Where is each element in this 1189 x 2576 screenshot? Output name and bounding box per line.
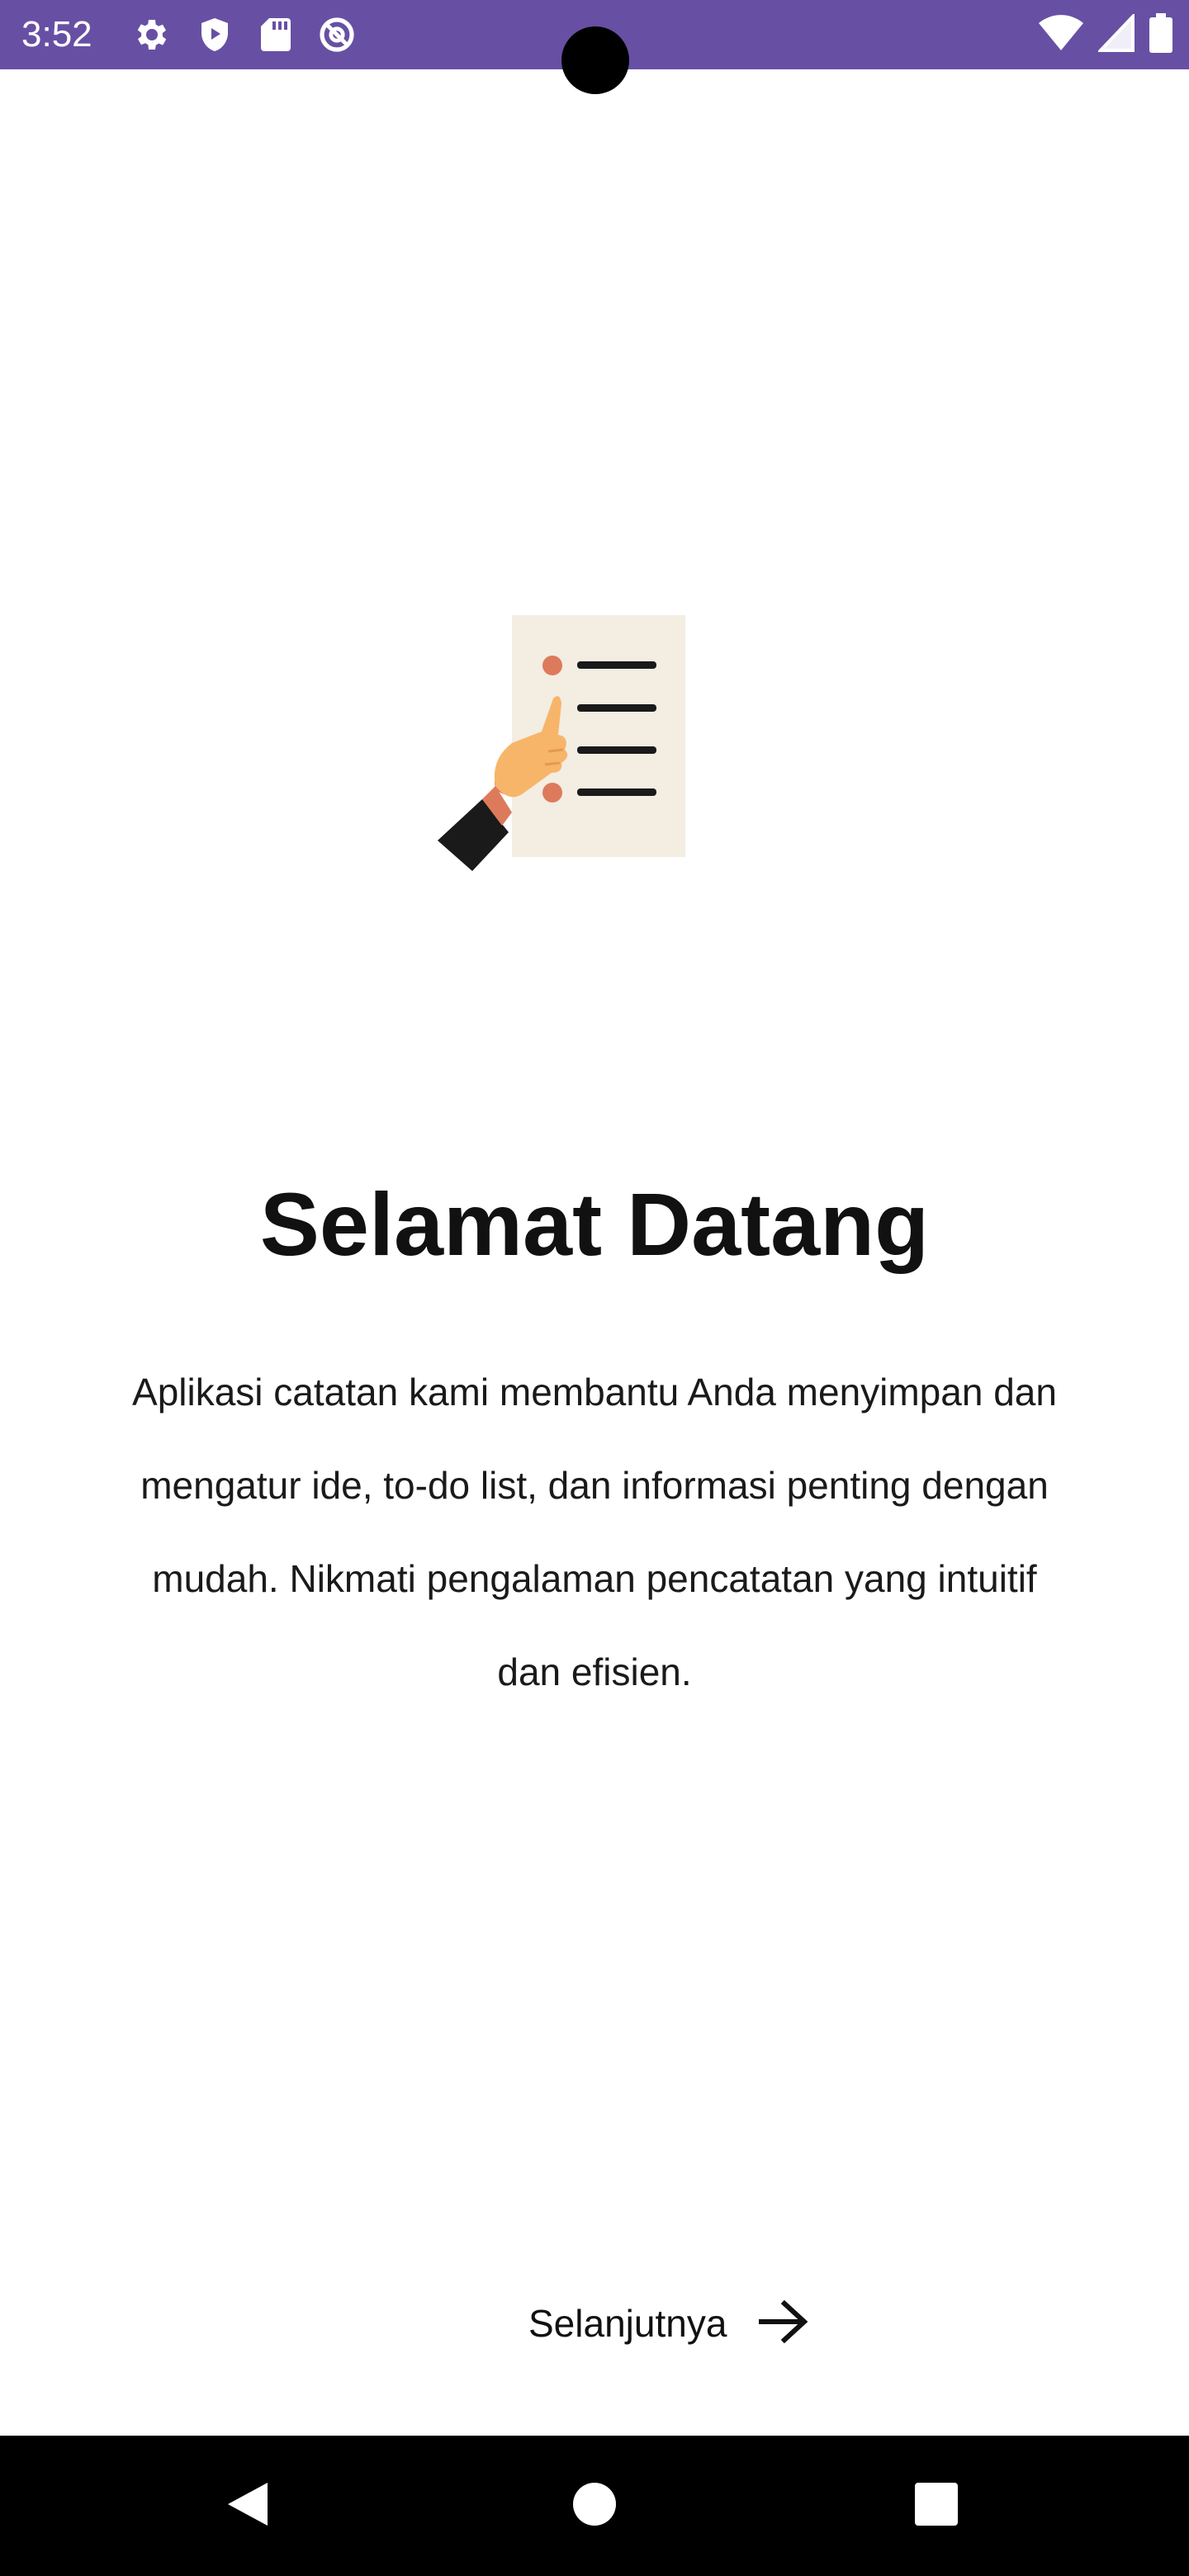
back-icon: [225, 2479, 271, 2533]
cellular-signal-icon: [1098, 14, 1135, 52]
description-line: mudah. Nikmati pengalaman pencatatan yan…: [152, 1557, 1037, 1600]
wifi-icon: [1039, 14, 1083, 52]
battery-icon: [1149, 13, 1172, 53]
recents-icon: [915, 2482, 958, 2530]
welcome-description: Aplikasi catatan kami membantu Anda meny…: [83, 1346, 1106, 1719]
status-icons-left: [132, 15, 357, 54]
arrow-right-icon: [758, 2299, 809, 2348]
recents-button[interactable]: [854, 2436, 1019, 2576]
sd-card-icon: [258, 15, 294, 54]
description-line: Aplikasi catatan kami membantu Anda meny…: [132, 1371, 1057, 1413]
next-button-label: Selanjutnya: [528, 2302, 727, 2345]
status-time: 3:52: [21, 14, 92, 54]
at-sign-icon: [317, 15, 357, 54]
description-line: mengatur ide, to-do list, dan informasi …: [140, 1464, 1049, 1507]
home-icon: [572, 2482, 617, 2531]
next-button[interactable]: Selanjutnya: [528, 2287, 809, 2360]
status-icons-right: [1039, 13, 1172, 53]
description-line: dan efisien.: [497, 1650, 692, 1693]
navigation-bar: [0, 2436, 1189, 2576]
home-button[interactable]: [512, 2436, 677, 2576]
camera-cutout: [561, 26, 629, 94]
settings-icon: [132, 15, 172, 54]
shield-play-icon: [195, 15, 234, 54]
page-title: Selamat Datang: [259, 1174, 930, 1274]
checklist-hand-pointing-illustration: [433, 611, 697, 877]
back-button[interactable]: [165, 2436, 330, 2576]
